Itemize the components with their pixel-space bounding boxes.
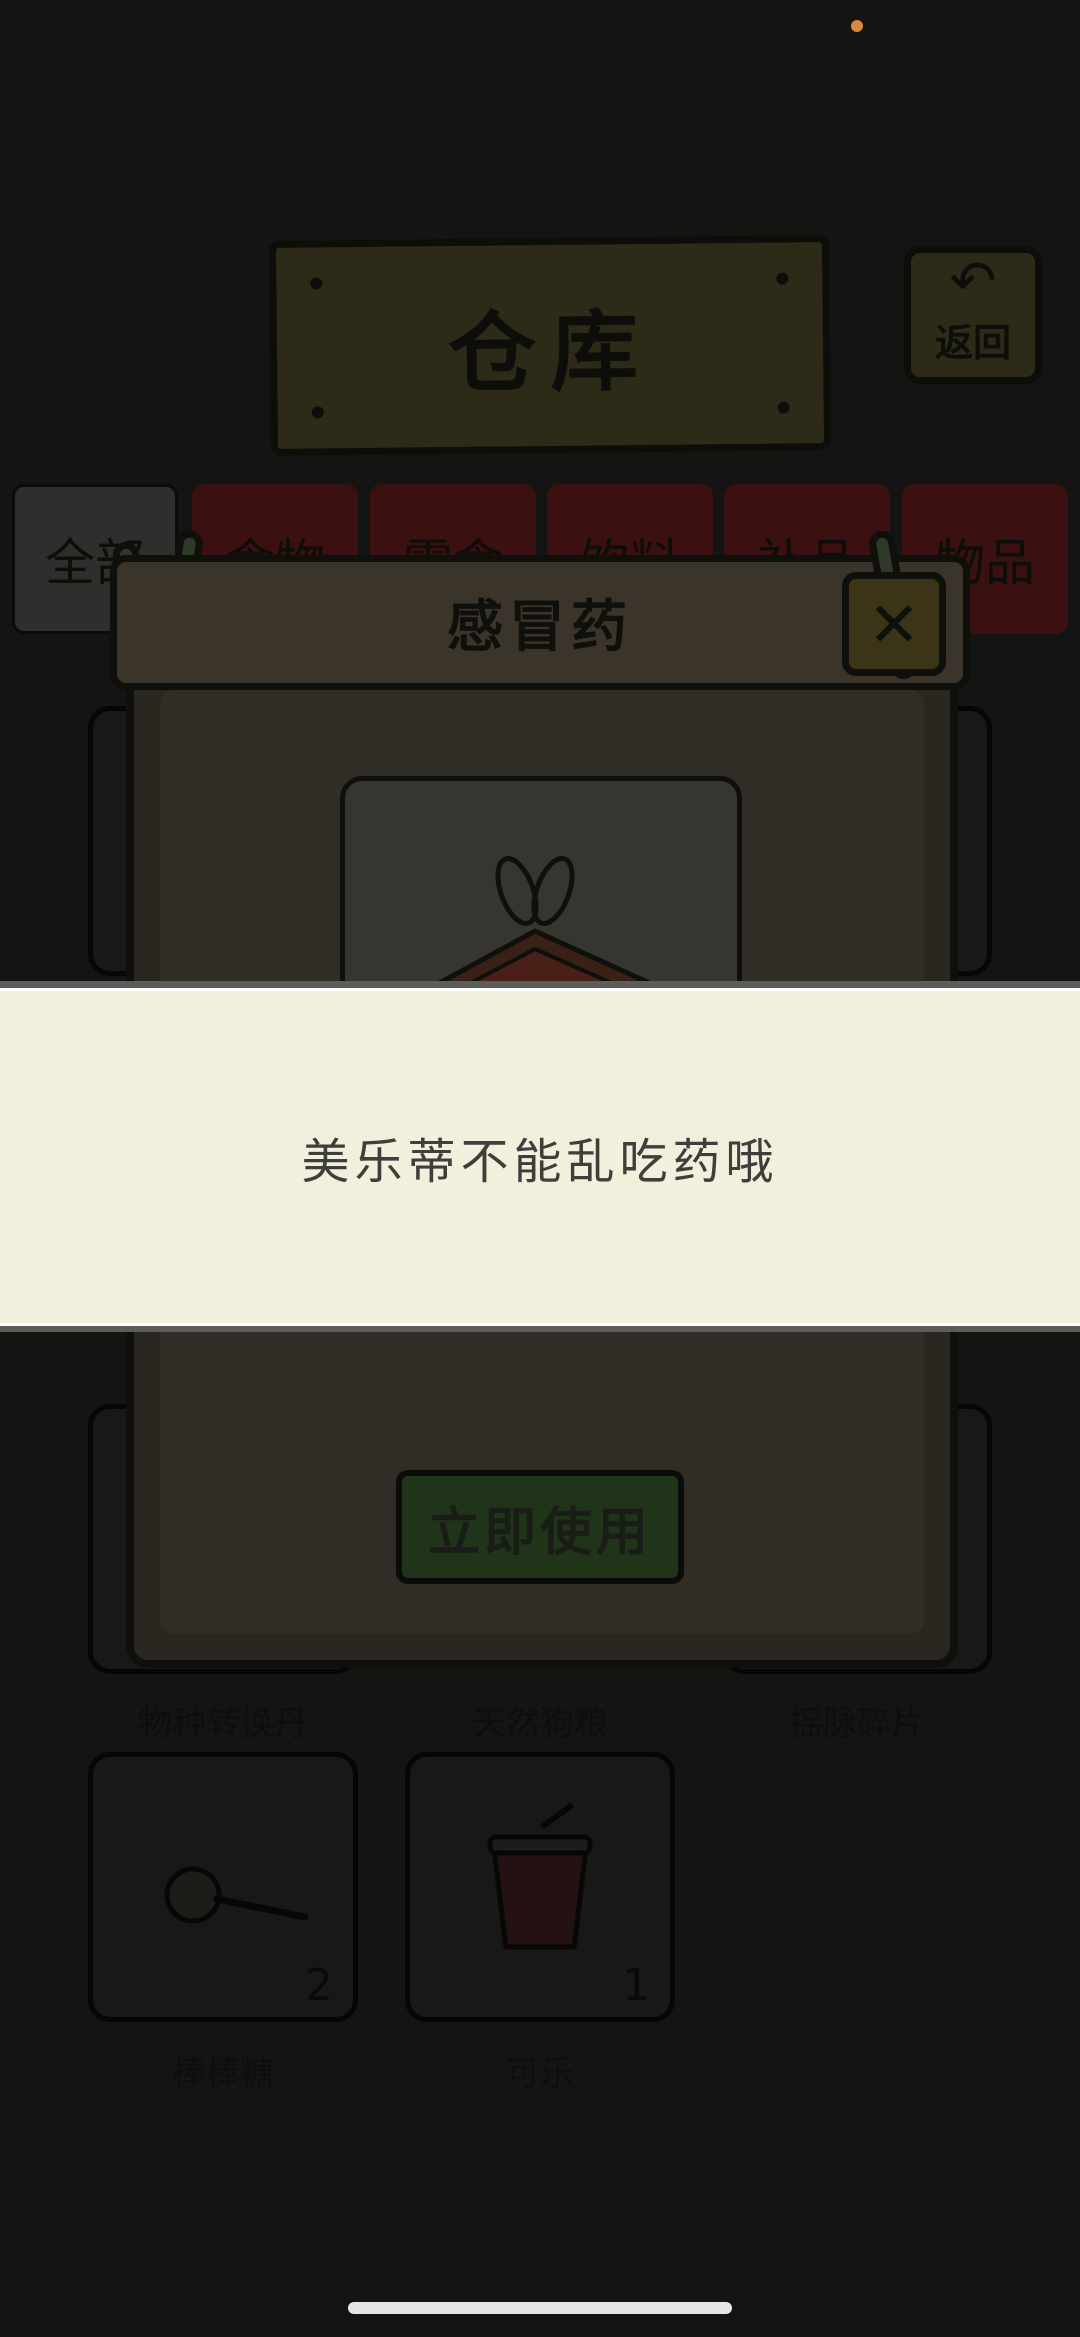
back-arrow-icon: ↶ [949, 249, 997, 314]
back-button-label: 返回 [934, 321, 1011, 365]
title-sign: 仓库 [268, 235, 832, 456]
item-count: 1 [622, 1960, 650, 2011]
use-now-label: 立即使用 [427, 1502, 652, 1563]
item-label: 棒棒糖 [172, 2054, 274, 2094]
toast-top-edge [0, 988, 1080, 991]
item-slot-cola[interactable]: 1 [405, 1752, 675, 2022]
close-icon: ✕ [868, 587, 920, 661]
home-indicator[interactable] [348, 2302, 732, 2314]
status-indicator-dot [851, 20, 863, 32]
item-slot-lollipop[interactable]: 2 [88, 1752, 358, 2022]
dialog-title: 感冒药 [447, 595, 633, 660]
nail-icon [777, 401, 790, 414]
page-title: 仓库 [447, 299, 653, 406]
item-label: 可乐 [506, 2054, 574, 2094]
item-count: 2 [305, 1960, 333, 2011]
close-button[interactable]: ✕ [842, 572, 946, 676]
dialog-header-plank: 感冒药 [110, 555, 970, 690]
item-label: 天然狗粮 [472, 1704, 608, 1744]
item-label: 物种转换丹 [138, 1704, 308, 1744]
toast-bottom-edge [0, 1323, 1080, 1326]
use-now-button[interactable]: 立即使用 [396, 1470, 684, 1584]
nail-icon [776, 272, 789, 285]
nail-icon [310, 277, 323, 290]
item-label: 摇脉碎片 [789, 1704, 925, 1744]
nail-icon [311, 406, 324, 419]
toast-message: 美乐蒂不能乱吃药哦 [301, 1133, 779, 1190]
toast-banner: 美乐蒂不能乱吃药哦 [0, 981, 1080, 1332]
back-button[interactable]: ↶ 返回 [904, 246, 1042, 384]
